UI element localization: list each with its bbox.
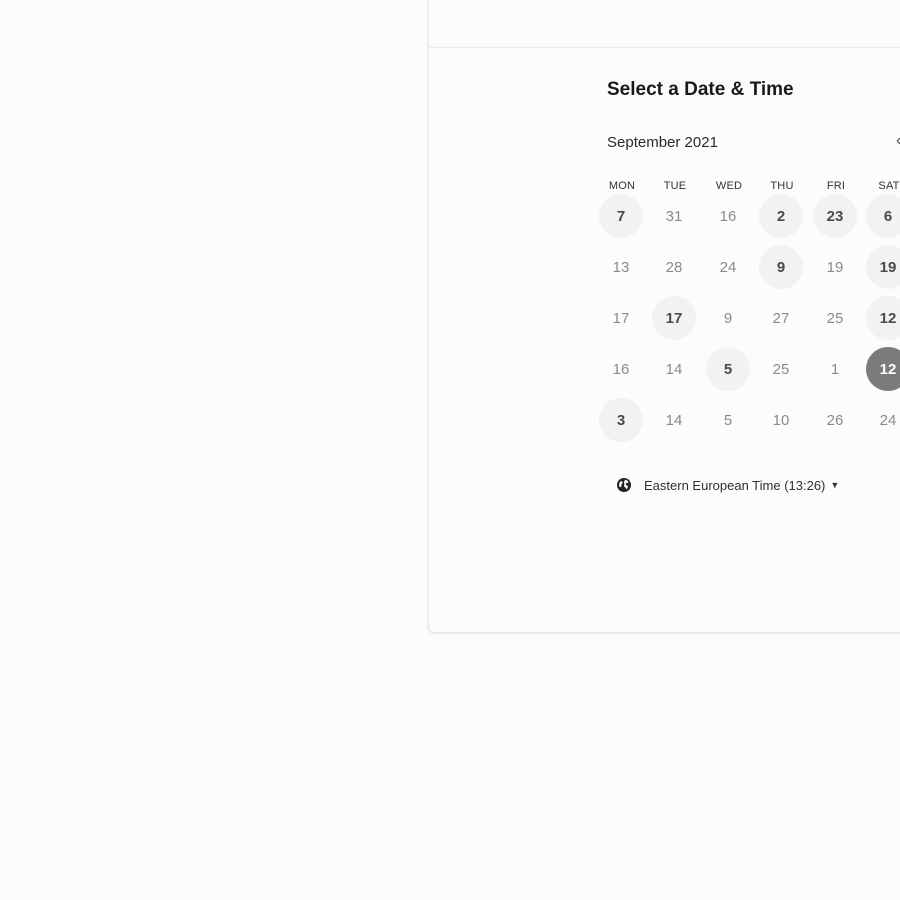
weekday-fri: FRI (826, 180, 846, 192)
calendar-day[interactable]: 5 (706, 347, 750, 391)
calendar-day[interactable]: 19 (866, 245, 900, 289)
calendar-day[interactable]: 9 (759, 245, 803, 289)
calendar-day: 25 (826, 309, 844, 327)
weekday-thu: THU (770, 180, 794, 192)
globe-icon (616, 477, 632, 493)
calendar-day: 1 (830, 360, 840, 378)
calendar-day: 24 (719, 258, 737, 276)
weekday-mon: MON (608, 180, 636, 192)
month-label: September 2021 (607, 134, 718, 151)
calendar-day: 24 (879, 411, 897, 429)
calendar-day: 13 (612, 258, 630, 276)
calendar-day[interactable]: 7 (599, 194, 643, 238)
timezone-selector[interactable]: Eastern European Time (13:26) ▼ (616, 477, 839, 493)
month-navigation: September 2021 ‹ (607, 132, 900, 154)
page-title: Select a Date & Time (607, 79, 794, 100)
calendar-day: 10 (772, 411, 790, 429)
calendar-day: 14 (665, 360, 683, 378)
calendar-day: 5 (723, 411, 733, 429)
calendar-day: 26 (826, 411, 844, 429)
calendar-day[interactable]: 17 (652, 296, 696, 340)
calendar-day: 16 (719, 207, 737, 225)
scheduler-card: Select a Date & Time September 2021 ‹ MO… (428, 0, 900, 633)
calendar-day: 16 (612, 360, 630, 378)
calendar-day: 17 (612, 309, 630, 327)
calendar-day[interactable]: 23 (813, 194, 857, 238)
calendar-day: 14 (665, 411, 683, 429)
caret-down-icon: ▼ (830, 480, 840, 490)
calendar-day[interactable]: 2 (759, 194, 803, 238)
calendar-day: 27 (772, 309, 790, 327)
calendar-day: 9 (723, 309, 733, 327)
weekday-sat: SAT (878, 180, 900, 192)
calendar-day: 31 (665, 207, 683, 225)
calendar-day: 25 (772, 360, 790, 378)
calendar-day-selected[interactable]: 12 (866, 347, 900, 391)
calendar-day[interactable]: 12 (866, 296, 900, 340)
calendar-day: 28 (665, 258, 683, 276)
weekday-wed: WED (715, 180, 743, 192)
chevron-left-icon[interactable]: ‹ (896, 132, 900, 150)
header-divider (429, 47, 900, 48)
calendar-day[interactable]: 6 (866, 194, 900, 238)
calendar-day: 19 (826, 258, 844, 276)
weekday-tue: TUE (663, 180, 687, 192)
calendar-day[interactable]: 3 (599, 398, 643, 442)
timezone-label: Eastern European Time (13:26) (644, 477, 826, 493)
